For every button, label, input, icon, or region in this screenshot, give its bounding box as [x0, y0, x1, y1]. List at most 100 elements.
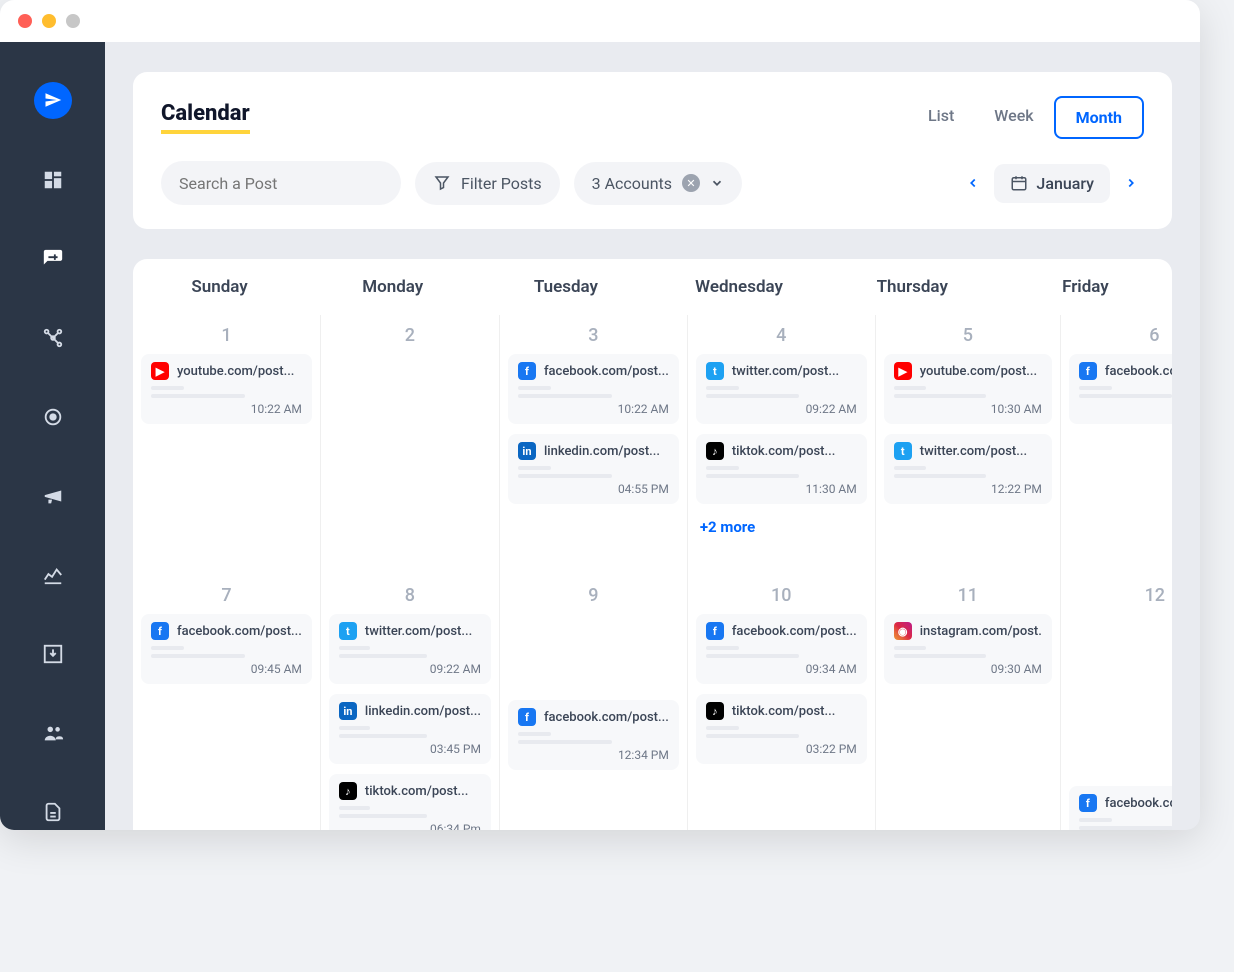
post-card[interactable]: ♪tiktok.com/post...06:34 Pm	[329, 774, 491, 830]
post-preview-lines	[151, 386, 302, 398]
post-card[interactable]: ffacebook.com/post...11:30 AM	[1069, 354, 1172, 424]
tab-week[interactable]: Week	[974, 96, 1053, 139]
post-preview-lines	[339, 646, 481, 658]
post-card[interactable]: inlinkedin.com/post...04:55 PM	[508, 434, 679, 504]
calendar-cell[interactable]: 7ffacebook.com/post...09:45 AM	[133, 575, 321, 830]
tw-icon: t	[894, 442, 912, 460]
post-time: 10:22 AM	[151, 402, 302, 416]
calendar-cell[interactable]: 5▶youtube.com/post...10:30 AMttwitter.co…	[876, 315, 1061, 575]
post-card[interactable]: ttwitter.com/post...09:22 AM	[696, 354, 867, 424]
day-number: 9	[508, 581, 679, 614]
sidebar-item-posts[interactable]	[35, 242, 71, 277]
post-url: linkedin.com/post...	[544, 444, 660, 459]
post-card[interactable]: inlinkedin.com/post...03:45 PM	[329, 694, 491, 764]
calendar-cell[interactable]: 9 ffacebook.com/post...12:34 PM	[500, 575, 688, 830]
tab-month[interactable]: Month	[1054, 96, 1144, 139]
calendar-cell[interactable]: 10ffacebook.com/post...09:34 AM♪tiktok.c…	[688, 575, 876, 830]
sidebar-item-campaigns[interactable]	[35, 479, 71, 514]
post-preview-lines	[518, 466, 669, 478]
post-card[interactable]: ffacebook.com/post...09:45 AM	[141, 614, 312, 684]
day-header: Wednesday	[653, 259, 826, 315]
search-field[interactable]	[179, 174, 382, 193]
clear-icon[interactable]: ✕	[682, 174, 700, 192]
post-time: 09:30 AM	[894, 662, 1042, 676]
post-card[interactable]: ♪tiktok.com/post...03:22 PM	[696, 694, 867, 764]
post-card[interactable]: ffacebook.com/post...06:30 PM	[1069, 786, 1172, 830]
maximize-dot[interactable]	[66, 14, 80, 28]
day-number: 11	[884, 581, 1052, 614]
post-preview-lines	[706, 466, 857, 478]
post-card[interactable]: ▶youtube.com/post...10:30 AM	[884, 354, 1052, 424]
post-time: 10:30 AM	[894, 402, 1042, 416]
ig-icon: ◉	[894, 622, 912, 640]
post-card[interactable]: ♪tiktok.com/post...11:30 AM	[696, 434, 867, 504]
fb-icon: f	[151, 622, 169, 640]
post-time: 09:22 AM	[706, 402, 857, 416]
chevron-down-icon	[710, 176, 724, 190]
minimize-dot[interactable]	[42, 14, 56, 28]
logo-icon[interactable]	[34, 82, 72, 119]
more-link[interactable]: +2 more	[696, 514, 867, 540]
post-time: 09:34 AM	[706, 662, 857, 676]
calendar-cell[interactable]: 8ttwitter.com/post...09:22 AMinlinkedin.…	[321, 575, 500, 830]
post-url: facebook.com/post...	[1105, 796, 1172, 811]
day-number: 5	[884, 321, 1052, 354]
fb-icon: f	[518, 708, 536, 726]
post-time: 12:34 PM	[518, 748, 669, 762]
calendar-cell[interactable]: 11◉instagram.com/post.09:30 AM	[876, 575, 1061, 830]
post-url: facebook.com/post...	[1105, 364, 1172, 379]
sidebar-item-reports[interactable]	[35, 795, 71, 830]
calendar-cell[interactable]: 1▶youtube.com/post...10:22 AM	[133, 315, 321, 575]
calendar-cell[interactable]: 4ttwitter.com/post...09:22 AM♪tiktok.com…	[688, 315, 876, 575]
post-card[interactable]: ▶youtube.com/post...10:22 AM	[141, 354, 312, 424]
post-time: 12:22 PM	[894, 482, 1042, 496]
day-header: Monday	[306, 259, 479, 315]
post-preview-lines	[706, 386, 857, 398]
calendar-cell[interactable]: 6ffacebook.com/post...11:30 AM	[1061, 315, 1172, 575]
sidebar-item-dashboard[interactable]	[35, 163, 71, 198]
post-preview-lines	[1079, 386, 1172, 398]
post-card[interactable]: ttwitter.com/post...09:22 AM	[329, 614, 491, 684]
post-preview-lines	[1079, 818, 1172, 830]
post-preview-lines	[706, 726, 857, 738]
post-card[interactable]: ffacebook.com/post...12:34 PM	[508, 700, 679, 770]
post-url: tiktok.com/post...	[365, 784, 468, 799]
calendar-cell[interactable]: 2	[321, 315, 500, 575]
sidebar-item-network[interactable]	[35, 321, 71, 356]
sidebar-item-analytics[interactable]	[35, 558, 71, 593]
post-card[interactable]: ffacebook.com/post...10:22 AM	[508, 354, 679, 424]
post-url: twitter.com/post...	[920, 444, 1027, 459]
month-selector[interactable]: January	[994, 164, 1110, 203]
fb-icon: f	[1079, 362, 1097, 380]
post-card[interactable]: ◉instagram.com/post.09:30 AM	[884, 614, 1052, 684]
prev-month-button[interactable]	[960, 170, 986, 196]
sidebar-item-target[interactable]	[35, 400, 71, 435]
accounts-dropdown[interactable]: 3 Accounts ✕	[574, 162, 742, 205]
post-time: 09:22 AM	[339, 662, 481, 676]
search-input[interactable]	[161, 161, 401, 205]
day-header: Thursday	[826, 259, 999, 315]
post-card[interactable]: t twitter.com/post... 12:22 PM	[884, 434, 1052, 504]
next-month-button[interactable]	[1118, 170, 1144, 196]
day-number: 4	[696, 321, 867, 354]
post-preview-lines	[894, 386, 1042, 398]
day-number: 6	[1069, 321, 1172, 354]
day-number: 2	[329, 321, 491, 354]
post-url: youtube.com/post...	[920, 364, 1037, 379]
calendar-cell[interactable]: 12ffacebook.com/post...06:30 PM	[1061, 575, 1172, 830]
post-url: twitter.com/post...	[732, 364, 839, 379]
filter-icon	[433, 174, 451, 192]
calendar-grid: SundayMondayTuesdayWednesdayThursdayFrid…	[133, 259, 1172, 830]
calendar-cell[interactable]: 3ffacebook.com/post...10:22 AMinlinkedin…	[500, 315, 688, 575]
sidebar-item-download[interactable]	[35, 637, 71, 672]
sidebar-item-team[interactable]	[35, 716, 71, 751]
post-card[interactable]: ffacebook.com/post...09:34 AM	[696, 614, 867, 684]
post-preview-lines	[339, 726, 481, 738]
day-header: Tuesday	[479, 259, 652, 315]
close-dot[interactable]	[18, 14, 32, 28]
tk-icon: ♪	[706, 702, 724, 720]
tab-list[interactable]: List	[908, 96, 974, 139]
post-url: youtube.com/post...	[177, 364, 294, 379]
post-url: tiktok.com/post...	[732, 704, 835, 719]
filter-button[interactable]: Filter Posts	[415, 162, 560, 205]
